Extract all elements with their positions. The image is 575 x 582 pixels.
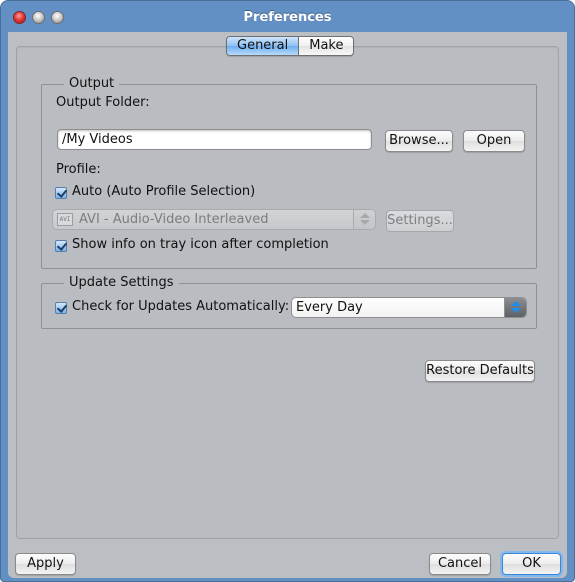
tab-general[interactable]: General [227, 37, 300, 55]
window-content: Output Output Folder: Browse... Open Pro… [8, 32, 567, 578]
tab-bar: General Make [226, 36, 355, 56]
profile-select[interactable]: AVI AVI - Audio-Video Interleaved [52, 209, 376, 230]
browse-button[interactable]: Browse... [385, 130, 453, 152]
avi-file-icon: AVI [57, 213, 73, 226]
preferences-window: Preferences Output Output Folder: Browse… [0, 0, 575, 582]
tray-info-label: Show info on tray icon after completion [72, 237, 329, 252]
update-frequency-value: Every Day [296, 300, 363, 315]
restore-defaults-button[interactable]: Restore Defaults [425, 360, 535, 382]
chevron-up-icon [511, 301, 521, 306]
check-updates-label: Check for Updates Automatically: [72, 299, 290, 314]
update-settings-group: Update Settings Check for Updates Automa… [41, 275, 537, 329]
update-frequency-arrows[interactable] [504, 298, 526, 317]
output-folder-label: Output Folder: [56, 95, 150, 110]
output-group: Output Output Folder: Browse... Open Pro… [41, 76, 537, 269]
cancel-button[interactable]: Cancel [429, 553, 491, 575]
chevron-up-icon [360, 213, 370, 218]
open-button[interactable]: Open [463, 130, 525, 152]
ok-button[interactable]: OK [502, 553, 561, 575]
apply-button[interactable]: Apply [15, 553, 76, 575]
tab-make[interactable]: Make [299, 37, 354, 55]
profile-settings-button[interactable]: Settings... [386, 210, 454, 232]
update-frequency-select[interactable]: Every Day [291, 297, 527, 318]
tab-panel: Output Output Folder: Browse... Open Pro… [16, 46, 559, 539]
auto-profile-checkbox[interactable] [55, 187, 67, 199]
profile-select-value: AVI - Audio-Video Interleaved [79, 212, 269, 227]
chevron-down-icon [360, 220, 370, 225]
output-folder-input[interactable] [57, 129, 372, 150]
window-title: Preferences [243, 10, 332, 25]
check-updates-checkbox[interactable] [55, 302, 67, 314]
update-settings-legend: Update Settings [64, 275, 179, 291]
auto-profile-label: Auto (Auto Profile Selection) [72, 184, 256, 199]
tray-info-checkbox[interactable] [55, 240, 67, 252]
profile-select-arrows[interactable] [353, 210, 375, 229]
title-bar[interactable]: Preferences [1, 1, 574, 32]
profile-label: Profile: [56, 162, 101, 177]
chevron-down-icon [511, 308, 521, 313]
output-group-legend: Output [64, 76, 120, 92]
